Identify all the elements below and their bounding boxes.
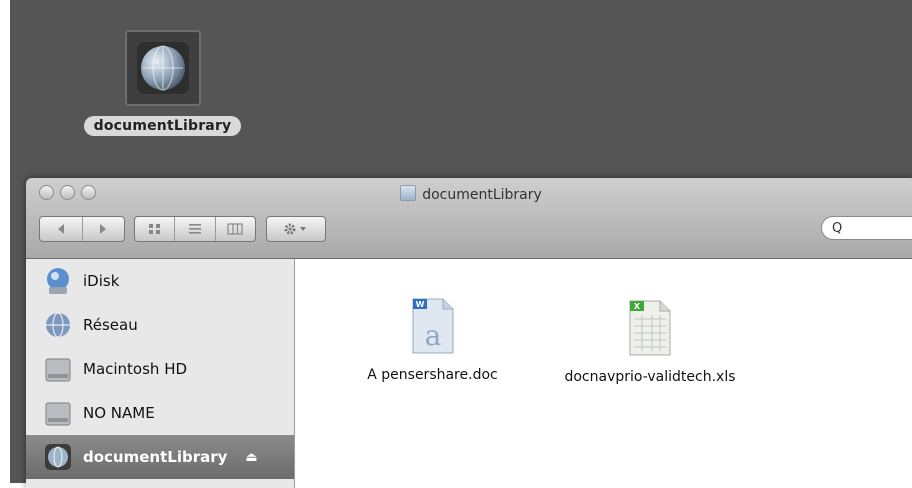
sidebar-item-label: Macintosh HD bbox=[83, 360, 188, 378]
svg-text:W: W bbox=[415, 300, 424, 309]
svg-text:a: a bbox=[424, 319, 441, 352]
word-document-icon: W a bbox=[412, 298, 453, 354]
view-buttons bbox=[134, 216, 256, 242]
eject-icon[interactable]: ⏏ bbox=[245, 450, 257, 465]
sidebar-item-label: iDisk bbox=[83, 272, 120, 290]
svg-text:X: X bbox=[634, 302, 641, 311]
action-menu-button[interactable] bbox=[266, 216, 326, 242]
desktop-icon-label: documentLibrary bbox=[83, 116, 242, 136]
sidebar-item-no-name[interactable]: NO NAME bbox=[26, 391, 294, 435]
globe-volume-icon bbox=[124, 30, 201, 106]
sidebar: iDisk Réseau Macintosh HD NO NAME docume… bbox=[26, 259, 295, 488]
file-item-xls[interactable]: X docnavprio-validtech.xls bbox=[545, 299, 755, 385]
hard-drive-icon bbox=[45, 402, 71, 426]
file-item-doc[interactable]: W a A pensershare.doc bbox=[345, 297, 520, 383]
sidebar-item-network[interactable]: Réseau bbox=[26, 303, 294, 347]
toolbar: documentLibrary Q bbox=[26, 178, 912, 259]
icon-view-icon bbox=[148, 224, 160, 234]
column-view-button[interactable] bbox=[216, 217, 255, 241]
excel-spreadsheet-icon: X bbox=[629, 300, 671, 356]
network-globe-icon bbox=[46, 312, 70, 338]
finder-window: documentLibrary Q iDisk Réseau Macintosh… bbox=[26, 178, 912, 488]
hard-drive-icon bbox=[45, 358, 71, 382]
sidebar-item-macintosh-hd[interactable]: Macintosh HD bbox=[26, 347, 294, 391]
navigation-buttons bbox=[39, 216, 125, 242]
idisk-icon bbox=[47, 268, 69, 294]
network-volume-icon bbox=[45, 444, 71, 470]
forward-arrow-icon bbox=[100, 224, 107, 234]
sidebar-item-documentlibrary[interactable]: documentLibrary ⏏ bbox=[26, 435, 294, 479]
list-view-icon bbox=[188, 224, 201, 234]
list-view-button[interactable] bbox=[175, 217, 216, 241]
file-name: docnavprio-validtech.xls bbox=[564, 369, 736, 385]
sidebar-item-idisk[interactable]: iDisk bbox=[26, 259, 294, 303]
action-button-face bbox=[267, 217, 325, 241]
search-icon: Q bbox=[832, 220, 843, 236]
window-title: documentLibrary bbox=[26, 185, 912, 203]
file-name: A pensershare.doc bbox=[367, 367, 498, 383]
sidebar-item-label: Réseau bbox=[83, 316, 138, 334]
window-title-text: documentLibrary bbox=[422, 187, 542, 203]
folder-mini-icon bbox=[400, 185, 417, 201]
search-field[interactable]: Q bbox=[821, 216, 912, 240]
desktop-volume-icon[interactable]: documentLibrary bbox=[65, 30, 260, 136]
sidebar-item-label: documentLibrary bbox=[83, 448, 228, 466]
icon-view-button[interactable] bbox=[135, 217, 176, 241]
back-arrow-icon bbox=[57, 224, 64, 234]
file-browser: W a A pensershare.doc X docnavprio-valid… bbox=[295, 259, 912, 488]
gear-icon bbox=[284, 223, 306, 235]
column-view-icon bbox=[227, 223, 243, 235]
forward-button[interactable] bbox=[83, 217, 125, 241]
sidebar-item-label: NO NAME bbox=[83, 404, 155, 422]
back-button[interactable] bbox=[40, 217, 83, 241]
